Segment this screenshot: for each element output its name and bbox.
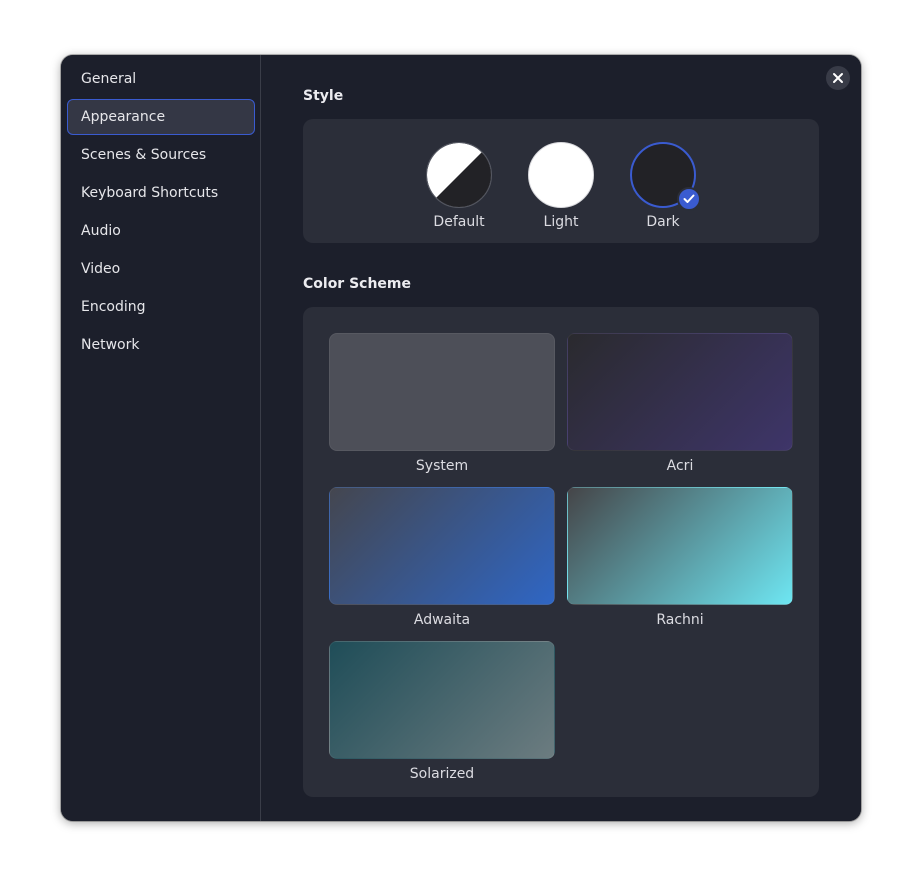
sidebar-item-network[interactable]: Network [67,327,255,363]
scheme-label-system: System [415,458,469,474]
scheme-solarized[interactable]: Solarized [329,641,555,783]
style-label-dark: Dark [646,214,680,230]
scheme-system[interactable]: System [329,333,555,475]
scheme-acri[interactable]: Acri [567,333,793,475]
sidebar-item-encoding[interactable]: Encoding [67,289,255,325]
style-label-light: Light [543,214,579,230]
scheme-adwaita[interactable]: Adwaita [329,487,555,629]
settings-window: General Appearance Scenes & Sources Keyb… [61,55,861,821]
style-option-light[interactable]: Light [521,141,601,241]
appearance-panel: Style Default Light Dark Color Scheme Sy… [261,55,861,821]
scheme-preview-adwaita [329,487,555,605]
light-style-swatch [528,142,594,208]
sidebar: General Appearance Scenes & Sources Keyb… [61,55,261,821]
color-scheme-card: System Acri Adwaita Rachni Solarized [303,307,819,797]
close-button[interactable] [826,66,850,90]
scheme-label-acri: Acri [666,458,694,474]
style-card: Default Light Dark [303,119,819,243]
style-section-title: Style [303,88,344,104]
style-label-default: Default [433,214,485,230]
sidebar-item-keyboard-shortcuts[interactable]: Keyboard Shortcuts [67,175,255,211]
sidebar-item-scenes-sources[interactable]: Scenes & Sources [67,137,255,173]
scheme-rachni[interactable]: Rachni [567,487,793,629]
checkmark-icon [677,187,701,211]
scheme-label-adwaita: Adwaita [413,612,471,628]
style-option-default[interactable]: Default [419,141,499,241]
default-style-swatch [426,142,492,208]
scheme-label-rachni: Rachni [656,612,704,628]
scheme-preview-solarized [329,641,555,759]
scheme-preview-system [329,333,555,451]
scheme-preview-rachni [567,487,793,605]
color-scheme-section-title: Color Scheme [303,276,412,292]
scheme-preview-acri [567,333,793,451]
scheme-label-solarized: Solarized [409,766,475,782]
sidebar-item-video[interactable]: Video [67,251,255,287]
sidebar-item-appearance[interactable]: Appearance [67,99,255,135]
sidebar-item-general[interactable]: General [67,61,255,97]
style-option-dark[interactable]: Dark [623,141,703,241]
close-icon [833,73,843,83]
sidebar-item-audio[interactable]: Audio [67,213,255,249]
